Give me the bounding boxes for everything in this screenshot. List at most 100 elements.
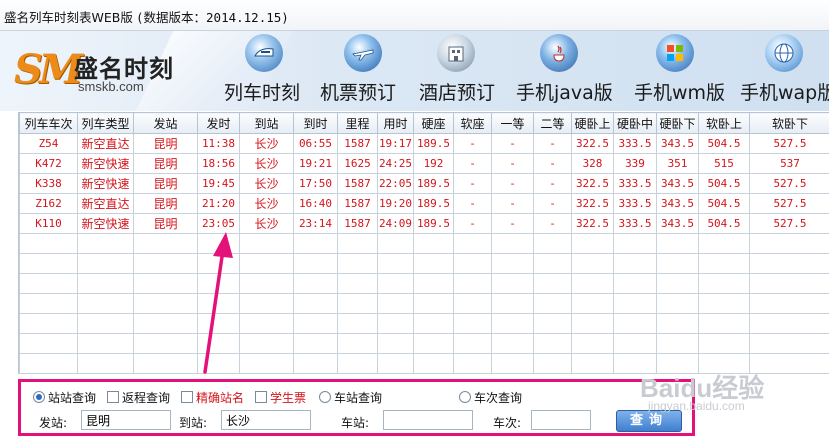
table-cell: 537 xyxy=(749,153,829,174)
table-cell: 343.5 xyxy=(656,213,699,234)
table-cell xyxy=(377,293,414,314)
table-row[interactable]: Z162 新空直达 昆明 21:20 长沙 16:40 1587 19:20 189.5- - -3… xyxy=(19,193,829,214)
column-header[interactable]: 软卧上 xyxy=(698,112,750,134)
table-row[interactable]: K110 新空快速 昆明 23:05 长沙 23:14 1587 24:09 189.5- - -3… xyxy=(19,213,829,234)
nav-mobile-wap[interactable]: 手机wap版 xyxy=(738,31,829,111)
table-cell: 189.5 xyxy=(413,193,454,214)
table-cell: 新空直达 xyxy=(77,193,134,214)
train-number-input[interactable] xyxy=(531,410,591,430)
table-cell: - xyxy=(533,213,572,234)
table-cell: 504.5 xyxy=(698,193,750,214)
table-cell: 长沙 xyxy=(239,213,294,234)
column-header[interactable]: 硬卧上 xyxy=(571,112,614,134)
column-header[interactable]: 硬卧中 xyxy=(613,112,657,134)
nav-label: 列车时刻 xyxy=(224,82,301,104)
table-cell xyxy=(19,253,78,274)
logo-mark: SM xyxy=(14,46,83,93)
radio-selected xyxy=(33,391,45,403)
table-cell xyxy=(413,293,454,314)
nav-hotel-booking[interactable]: 酒店预订 xyxy=(417,31,501,111)
station-query-radio[interactable]: 站站查询 xyxy=(33,389,96,406)
column-header[interactable]: 发站 xyxy=(133,112,198,134)
table-cell: 322.5 xyxy=(571,173,614,194)
table-cell xyxy=(571,293,614,314)
nav-mobile-java[interactable]: 手机java版 xyxy=(514,31,614,111)
table-cell xyxy=(413,253,454,274)
table-cell: - xyxy=(453,153,492,174)
column-header[interactable]: 列车车次 xyxy=(19,112,78,134)
table-cell xyxy=(656,333,699,354)
return-query-checkbox[interactable]: 返程查询 xyxy=(107,389,170,406)
nav-label: 手机wm版 xyxy=(634,82,726,104)
table-cell xyxy=(337,373,378,374)
table-cell xyxy=(491,333,534,354)
train-label: 车次: xyxy=(493,416,522,430)
table-cell xyxy=(239,353,294,374)
column-header[interactable]: 软座 xyxy=(453,112,492,134)
from-station-input[interactable] xyxy=(81,410,171,430)
nav-flight-booking[interactable]: 机票预订 xyxy=(318,31,402,111)
table-row[interactable]: K472 新空快速 昆明 18:56 长沙 19:21 1625 24:25 192- - -328… xyxy=(19,153,829,174)
table-cell: - xyxy=(491,173,534,194)
column-header[interactable]: 软卧下 xyxy=(749,112,829,134)
table-cell xyxy=(491,273,534,294)
table-cell xyxy=(413,233,454,254)
table-cell xyxy=(491,373,534,374)
table-cell: 06:55 xyxy=(293,133,338,154)
column-header[interactable]: 到时 xyxy=(293,112,338,134)
table-row[interactable]: Z54 新空直达 昆明 11:38 长沙 06:55 1587 19:17 189.5- - -32… xyxy=(19,133,829,154)
table-cell xyxy=(337,293,378,314)
table-cell: - xyxy=(491,213,534,234)
query-options: 站站查询 返程查询 精确站名 学生票 车站查询 车次查询 xyxy=(33,389,683,405)
column-header[interactable]: 硬卧下 xyxy=(656,112,699,134)
nav-mobile-wm[interactable]: 手机wm版 xyxy=(632,31,726,111)
table-body: Z54 新空直达 昆明 11:38 长沙 06:55 1587 19:17 189.5- - -32… xyxy=(19,133,829,374)
table-cell: 新空快速 xyxy=(77,173,134,194)
table-cell xyxy=(77,373,134,374)
column-header[interactable]: 到站 xyxy=(239,112,294,134)
column-header[interactable]: 一等 xyxy=(491,112,534,134)
radio xyxy=(319,391,331,403)
table-row[interactable]: K338 新空快速 昆明 19:45 长沙 17:50 1587 22:05 189.5- - -3… xyxy=(19,173,829,194)
table-cell xyxy=(133,253,198,274)
nav-train-schedule[interactable]: 列车时刻 xyxy=(222,31,306,111)
table-cell: 24:25 xyxy=(377,153,414,174)
table-cell: 24:09 xyxy=(377,213,414,234)
to-station-input[interactable] xyxy=(221,410,311,430)
checkbox xyxy=(255,391,267,403)
student-ticket-checkbox[interactable]: 学生票 xyxy=(255,389,306,406)
data-version: (数据版本：2014.12.15) xyxy=(136,10,289,25)
column-header[interactable]: 二等 xyxy=(533,112,572,134)
column-header[interactable]: 列车类型 xyxy=(77,112,134,134)
query-panel: 站站查询 返程查询 精确站名 学生票 车站查询 车次查询 发站: 到站: 车站:… xyxy=(18,379,695,436)
train-search-radio[interactable]: 车次查询 xyxy=(459,389,522,406)
table-cell xyxy=(491,313,534,334)
station-search-radio[interactable]: 车站查询 xyxy=(319,389,382,406)
column-header[interactable]: 硬座 xyxy=(413,112,454,134)
timetable-grid: 列车车次 列车类型 发站 发时 到站 到时 里程 用时 硬座 软座 一等 二等 硬卧上 硬卧中 硬卧下 软卧上… xyxy=(19,112,829,374)
table-cell: Z54 xyxy=(19,133,78,154)
table-cell: 长沙 xyxy=(239,173,294,194)
exact-name-checkbox[interactable]: 精确站名 xyxy=(181,389,244,406)
logo: SM 盛名时刻 smskb.com xyxy=(10,41,210,101)
table-cell: 504.5 xyxy=(698,133,750,154)
table-cell xyxy=(613,293,657,314)
radio xyxy=(459,391,471,403)
query-button[interactable]: 查询 xyxy=(616,410,682,432)
table-cell xyxy=(749,313,829,334)
table-cell: 515 xyxy=(698,153,750,174)
table-cell: 339 xyxy=(613,153,657,174)
table-cell xyxy=(453,313,492,334)
table-cell: 1587 xyxy=(337,193,378,214)
table-cell xyxy=(337,253,378,274)
column-header[interactable]: 里程 xyxy=(337,112,378,134)
table-cell: 322.5 xyxy=(571,213,614,234)
column-header[interactable]: 发时 xyxy=(197,112,240,134)
station-input[interactable] xyxy=(383,410,473,430)
table-cell xyxy=(413,273,454,294)
table-cell: 昆明 xyxy=(133,193,198,214)
column-header[interactable]: 用时 xyxy=(377,112,414,134)
table-cell xyxy=(337,273,378,294)
table-cell: - xyxy=(453,193,492,214)
table-header: 列车车次 列车类型 发站 发时 到站 到时 里程 用时 硬座 软座 一等 二等 硬卧上 硬卧中 硬卧下 软卧上… xyxy=(19,112,829,134)
